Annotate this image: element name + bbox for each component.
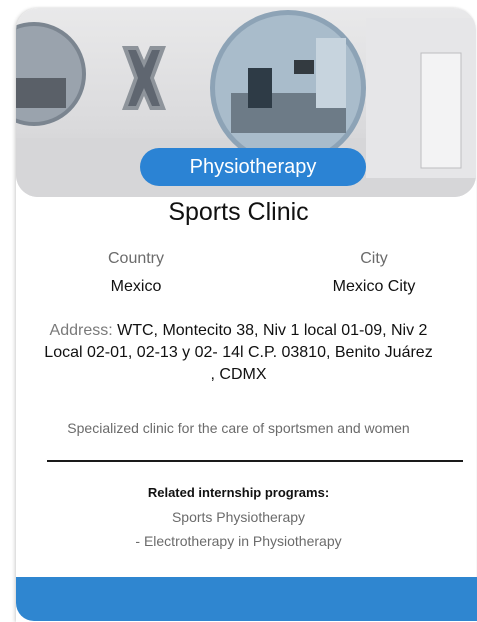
clinic-card: Physiotherapy (16, 8, 476, 622)
country-value: Mexico (110, 278, 162, 295)
clinic-description: Specialized clinic for the care of sport… (67, 420, 410, 436)
related-program-item[interactable]: - Electrotherapy in Physiotherapy (0, 533, 477, 549)
city-block: City Mexico City (274, 250, 474, 296)
country-block: Country Mexico (36, 250, 236, 296)
category-badge: Physiotherapy (140, 148, 366, 186)
address: Address: WTC, Montecito 38, Niv 1 local … (40, 320, 437, 386)
related-programs-heading: Related internship programs: (147, 485, 330, 500)
clinic-title: Sports Clinic (168, 198, 309, 226)
city-label: City (360, 250, 388, 267)
section-divider (47, 460, 463, 462)
address-label: Address: (49, 322, 113, 339)
clinic-photo: Physiotherapy (16, 8, 476, 197)
country-label: Country (107, 250, 165, 267)
city-value: Mexico City (332, 278, 416, 295)
related-program-item[interactable]: Sports Physiotherapy (0, 509, 477, 525)
card-footer-bar[interactable] (16, 577, 477, 621)
